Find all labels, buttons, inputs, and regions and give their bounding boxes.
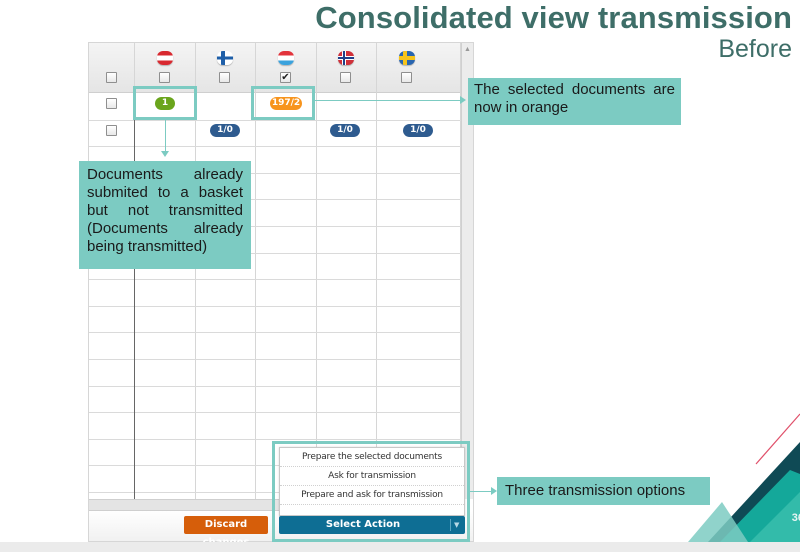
slide-title: Consolidated view transmission: [315, 0, 792, 35]
connector-line: [470, 491, 492, 492]
row-divider: [89, 305, 461, 307]
page-number: 36: [791, 512, 800, 524]
highlight-box-green-badge: [133, 86, 197, 120]
column-checkbox-norway[interactable]: [340, 72, 351, 83]
arrow-right-icon: [460, 96, 466, 104]
bottom-bar: [0, 542, 800, 552]
row-divider: [89, 279, 461, 281]
checkmark-icon: ✔: [281, 72, 290, 83]
row-checkbox[interactable]: [106, 125, 117, 136]
grid-divider-line: [134, 93, 135, 499]
norway-flag-icon: [338, 51, 354, 65]
column-checkbox-finland[interactable]: [219, 72, 230, 83]
column-checkbox-sweden[interactable]: [401, 72, 412, 83]
column-checkbox-luxembourg[interactable]: ✔: [280, 72, 291, 83]
row-divider: [89, 359, 461, 360]
callout-three-options: Three transmission options: [497, 477, 710, 505]
scroll-up-icon[interactable]: ▲: [464, 46, 471, 53]
select-all-checkbox[interactable]: [106, 72, 117, 83]
callout-already-submitted: Documents already submited to a basket b…: [79, 161, 251, 269]
sweden-flag-icon: [399, 51, 415, 65]
row-checkbox[interactable]: [106, 98, 117, 109]
count-badge-finland[interactable]: 1/0: [210, 124, 240, 137]
highlight-box-orange-badge: [251, 86, 315, 120]
row-divider: [89, 438, 461, 440]
luxembourg-flag-icon: [278, 51, 294, 65]
connector-line: [165, 120, 166, 152]
discard-changes-button[interactable]: Discard changes: [184, 516, 268, 548]
finland-flag-icon: [217, 51, 233, 65]
row-divider: [89, 385, 461, 387]
highlight-box-action-menu: [272, 441, 470, 542]
arrow-down-icon: [161, 151, 169, 157]
count-badge-sweden[interactable]: 1/0: [403, 124, 433, 137]
decorative-triangles-icon: [688, 413, 800, 542]
count-badge-norway[interactable]: 1/0: [330, 124, 360, 137]
decorative-corner-graphic: 36: [680, 392, 800, 542]
row-divider: [89, 332, 461, 334]
callout-selected-orange: The selected documents are now in orange: [468, 78, 681, 125]
column-separator: [316, 43, 317, 499]
slide-subtitle: Before: [718, 35, 792, 63]
column-separator: [376, 43, 377, 499]
row-divider: [89, 412, 461, 414]
connector-line: [315, 100, 460, 101]
column-checkbox-austria[interactable]: [159, 72, 170, 83]
row-divider: [89, 146, 461, 148]
austria-flag-icon: [157, 51, 173, 65]
